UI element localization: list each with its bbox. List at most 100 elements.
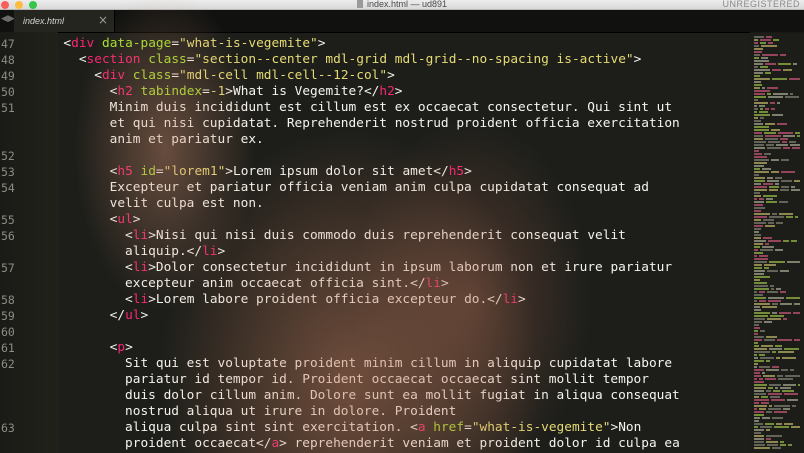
minimap-line bbox=[754, 141, 766, 143]
minimap-line bbox=[769, 216, 784, 218]
code-text: Sit qui est voluptate proident minim cil… bbox=[125, 356, 673, 371]
minimap-line bbox=[759, 378, 763, 380]
minimap-line bbox=[754, 153, 762, 155]
minimap-line bbox=[754, 222, 766, 224]
minimap-line bbox=[776, 222, 783, 224]
code-text: < bbox=[125, 228, 133, 243]
minimap-line bbox=[760, 426, 772, 428]
minimap-line bbox=[768, 300, 781, 302]
html-string-value: "mdl-cell mdl-cell--12-col" bbox=[179, 68, 388, 83]
minimap-line bbox=[754, 342, 758, 344]
minimap-line bbox=[754, 420, 759, 422]
code-content: <p> bbox=[48, 340, 133, 356]
tab-close-icon[interactable]: × bbox=[98, 13, 108, 27]
minimap-line bbox=[769, 384, 781, 386]
minimap-line bbox=[771, 159, 779, 161]
line-number: 61 bbox=[1, 341, 15, 355]
minimap-line bbox=[791, 189, 800, 191]
minimap-line bbox=[754, 75, 760, 77]
minimap-line bbox=[759, 105, 765, 107]
html-tag-name: li bbox=[425, 276, 441, 291]
minimap-line bbox=[754, 213, 770, 215]
code-text: >Lorem labore proident officia excepteur… bbox=[148, 292, 503, 307]
html-string-value: -1 bbox=[209, 84, 226, 99]
minimap-line bbox=[754, 414, 764, 416]
code-text: > bbox=[633, 52, 642, 67]
minimap-line bbox=[781, 369, 788, 371]
minimap-line bbox=[793, 63, 797, 65]
minimap-line bbox=[754, 150, 759, 152]
minimap-line bbox=[754, 69, 770, 71]
minimap-line bbox=[759, 300, 766, 302]
minimap-line bbox=[762, 306, 777, 308]
minimap-line bbox=[764, 321, 772, 323]
html-attribute: class bbox=[132, 68, 172, 83]
minimap-line bbox=[780, 270, 789, 272]
tab-index-html[interactable]: index.html × bbox=[14, 10, 115, 32]
tab-navigation-icon[interactable]: ◀▶ bbox=[1, 14, 15, 24]
minimap-line bbox=[766, 336, 777, 338]
code-content: Minim duis incididunt est cillum est ex … bbox=[48, 100, 672, 116]
minimap-line bbox=[754, 204, 763, 206]
code-editor[interactable]: 47 <div data-page="what-is-vegemite"> 48 … bbox=[0, 32, 804, 453]
minimap-line bbox=[785, 96, 799, 98]
minimap-line bbox=[768, 297, 784, 299]
minimap-line bbox=[754, 438, 764, 440]
minimap-line bbox=[791, 186, 795, 188]
minimap-line bbox=[780, 444, 786, 446]
minimap-line bbox=[767, 318, 781, 320]
minimap-line bbox=[754, 99, 758, 101]
minimap-line bbox=[766, 144, 774, 146]
code-text: proident occaecat</ bbox=[125, 436, 272, 451]
minimap-line bbox=[777, 123, 787, 125]
minimap-line bbox=[754, 210, 761, 212]
minimap-line bbox=[782, 390, 794, 392]
minimap-line bbox=[771, 171, 779, 173]
code-content: et qui nisi cupidatat. Reprehenderit nos… bbox=[48, 116, 680, 132]
minimap-line bbox=[784, 423, 793, 425]
minimap-line bbox=[754, 267, 762, 269]
minimap-line bbox=[754, 339, 762, 341]
minimap-line bbox=[772, 303, 778, 305]
code-text: < bbox=[125, 292, 133, 307]
minimap-line bbox=[754, 216, 767, 218]
minimap-line bbox=[775, 183, 779, 185]
minimap-line bbox=[761, 45, 777, 47]
minimap-line bbox=[774, 405, 790, 407]
code-content: <ul> bbox=[48, 212, 141, 228]
minimap-line bbox=[754, 51, 762, 53]
title-bar: index.html — ud891 UNREGISTERED bbox=[0, 0, 804, 10]
minimap-line bbox=[769, 189, 778, 191]
minimap-line bbox=[774, 426, 789, 428]
minimap-line bbox=[754, 78, 770, 80]
minimap-line bbox=[762, 246, 774, 248]
code-content: <section class="section--center mdl-grid… bbox=[48, 52, 642, 68]
html-tag-name: li bbox=[132, 228, 149, 243]
minimap-line bbox=[769, 186, 779, 188]
code-text: < bbox=[78, 52, 87, 67]
minimap-line bbox=[754, 81, 761, 83]
html-tag-name: section bbox=[86, 52, 141, 67]
license-status: UNREGISTERED bbox=[722, 0, 800, 9]
minimap-line bbox=[795, 216, 798, 218]
code-content: <div data-page="what-is-vegemite"> bbox=[48, 36, 325, 52]
code-text: > bbox=[217, 244, 226, 259]
minimap-line bbox=[754, 300, 757, 302]
minimap-line bbox=[761, 396, 768, 398]
code-text: velit culpa est non. bbox=[109, 196, 264, 211]
minimap-line bbox=[754, 309, 761, 311]
minimap-line bbox=[780, 189, 789, 191]
code-text: duis dolor cillum anim. Dolore sunt ea m… bbox=[125, 388, 680, 403]
minimap-line bbox=[759, 354, 765, 356]
minimap-line bbox=[781, 171, 795, 173]
minimap-line bbox=[783, 240, 789, 242]
code-text: > bbox=[440, 276, 449, 291]
minimap-line bbox=[762, 54, 778, 56]
code-text: anim et pariatur ex. bbox=[109, 132, 264, 147]
minimap[interactable] bbox=[750, 32, 804, 453]
